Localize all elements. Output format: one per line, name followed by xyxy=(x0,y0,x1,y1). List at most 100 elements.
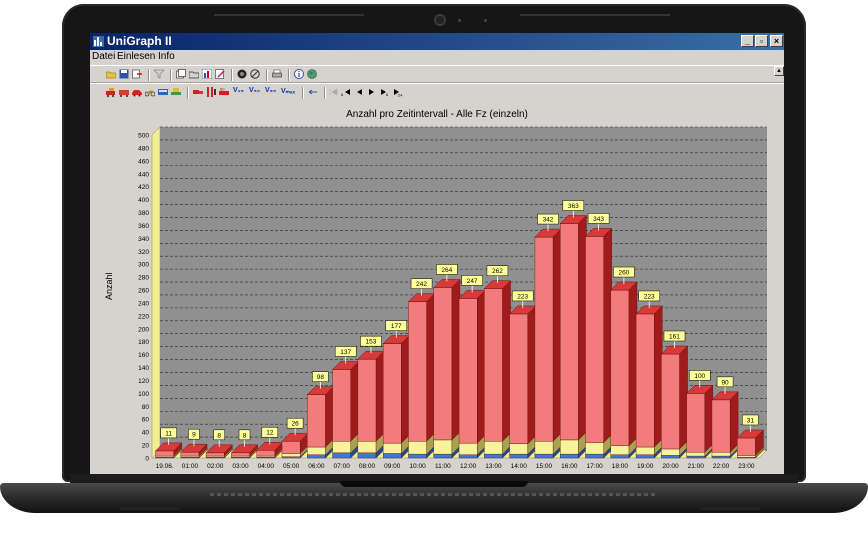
sensor-dot xyxy=(484,19,487,22)
x-tick-label: 06:00 xyxy=(308,463,325,470)
y-tick-label: 280 xyxy=(138,275,149,282)
bar-segment xyxy=(433,453,453,459)
bar-segment xyxy=(231,452,250,457)
window-title: UniGraph II xyxy=(107,34,172,48)
lid-groove-right xyxy=(520,14,670,16)
bar-side xyxy=(628,281,638,447)
x-tick-label: 22:00 xyxy=(713,463,730,470)
bar-side xyxy=(730,391,739,453)
x-tick-label: 09:00 xyxy=(384,463,401,470)
v15-button[interactable]: V₁₅ xyxy=(233,87,244,94)
y-tick-label: 60 xyxy=(142,417,150,424)
menu-info[interactable]: Info xyxy=(158,51,175,62)
data-label: 363 xyxy=(568,203,579,210)
record-icon[interactable] xyxy=(237,69,247,79)
forward-6-icon[interactable]: 6 xyxy=(380,87,390,97)
bar-side xyxy=(426,293,435,442)
svg-text:6: 6 xyxy=(386,92,389,97)
bar-segment xyxy=(307,394,326,448)
menu-einlesen[interactable]: Einlesen xyxy=(117,51,155,62)
bar-segment xyxy=(635,313,655,448)
window-cascade-icon[interactable] xyxy=(176,69,186,79)
no-entry-icon[interactable] xyxy=(250,69,260,79)
foot-right xyxy=(700,507,760,510)
bar-segment xyxy=(661,353,680,450)
data-label: 242 xyxy=(416,281,427,288)
x-tick-label: 02:00 xyxy=(207,463,224,470)
traffic-split-icon[interactable] xyxy=(206,87,216,97)
vehicle-group-icon[interactable] xyxy=(171,87,181,97)
edit-chart-icon[interactable] xyxy=(215,69,225,79)
forward-24-icon[interactable]: 24 xyxy=(393,87,403,97)
first-24-icon[interactable] xyxy=(328,87,338,97)
bar-chart-icon[interactable] xyxy=(202,69,212,79)
data-label: 177 xyxy=(391,323,402,330)
bar-side xyxy=(350,361,359,442)
data-label: 8 xyxy=(217,432,221,439)
bar-side xyxy=(578,215,587,441)
bar-segment xyxy=(585,453,604,459)
bar-segment xyxy=(205,452,225,457)
car-icon[interactable] xyxy=(132,87,142,97)
next-icon[interactable] xyxy=(367,87,377,97)
laptop-hinge xyxy=(340,481,528,487)
svg-text:24: 24 xyxy=(398,93,403,98)
scroll-up-button[interactable]: ▲ xyxy=(774,66,784,76)
print-icon[interactable] xyxy=(272,69,282,79)
x-tick-label: 14:00 xyxy=(511,463,528,470)
y-tick-label: 100 xyxy=(138,391,149,398)
open-folder-icon[interactable] xyxy=(106,69,116,79)
bar-segment xyxy=(509,313,529,444)
bar-segment xyxy=(433,287,453,441)
data-label: 153 xyxy=(366,339,377,346)
globe-icon[interactable] xyxy=(307,69,317,79)
folder-icon[interactable] xyxy=(189,69,199,79)
minimize-button[interactable]: _ xyxy=(741,35,754,47)
export-icon[interactable] xyxy=(132,69,142,79)
bar-segment xyxy=(332,441,351,454)
motorcycle-icon[interactable] xyxy=(145,87,155,97)
chart-panel: Anzahl pro Zeitintervall - Alle Fz (einz… xyxy=(90,100,784,474)
v50-button[interactable]: V₅₀ xyxy=(249,87,260,94)
bar-segment xyxy=(484,288,503,442)
prev-icon[interactable] xyxy=(354,87,364,97)
truck-icon[interactable] xyxy=(119,87,129,97)
y-tick-label: 340 xyxy=(138,236,149,243)
title-bar[interactable]: UniGraph II _ ▫ × xyxy=(90,33,784,50)
data-label: 342 xyxy=(543,217,554,224)
toolbar-vehicles: 80 V₁₅ V₅₀ V₈₅ Vₘₐₓ 6 6 24 xyxy=(90,83,784,101)
bar-side xyxy=(527,305,536,445)
all-vehicles-icon[interactable] xyxy=(106,87,116,97)
back-6-icon[interactable]: 6 xyxy=(341,87,351,97)
bar-segment xyxy=(433,439,453,455)
y-tick-label: 140 xyxy=(138,365,149,372)
bar-side xyxy=(375,350,385,442)
bar-segment xyxy=(635,454,655,459)
close-button[interactable]: × xyxy=(770,35,783,47)
x-tick-label: 13:00 xyxy=(485,463,502,470)
menu-datei[interactable]: Datei xyxy=(92,51,115,62)
bar-segment xyxy=(180,451,200,457)
menu-bar: Datei Einlesen Info xyxy=(90,51,784,64)
x-tick-label: 07:00 xyxy=(334,463,351,470)
trailer-icon[interactable] xyxy=(193,87,203,97)
bar-side xyxy=(654,305,663,448)
vmax-button[interactable]: Vₘₐₓ xyxy=(281,87,295,95)
save-icon[interactable] xyxy=(119,69,129,79)
bus-icon[interactable] xyxy=(158,87,168,97)
x-tick-label: 20:00 xyxy=(662,463,679,470)
x-tick-label: 01:00 xyxy=(182,463,199,470)
arrow-left-icon[interactable] xyxy=(308,87,318,97)
bar-side xyxy=(679,345,688,450)
bar-side xyxy=(401,335,410,444)
filter-icon[interactable] xyxy=(154,69,164,79)
speed-truck-icon[interactable]: 80 xyxy=(219,87,229,97)
data-label: 12 xyxy=(266,430,274,437)
restore-button[interactable]: ▫ xyxy=(755,35,768,47)
bar-segment xyxy=(484,453,503,459)
x-tick-label: 12:00 xyxy=(460,463,477,470)
v85-button[interactable]: V₈₅ xyxy=(265,87,276,94)
toolbar-main xyxy=(90,65,784,83)
info-icon[interactable] xyxy=(294,69,304,79)
bar-segment xyxy=(408,453,427,459)
